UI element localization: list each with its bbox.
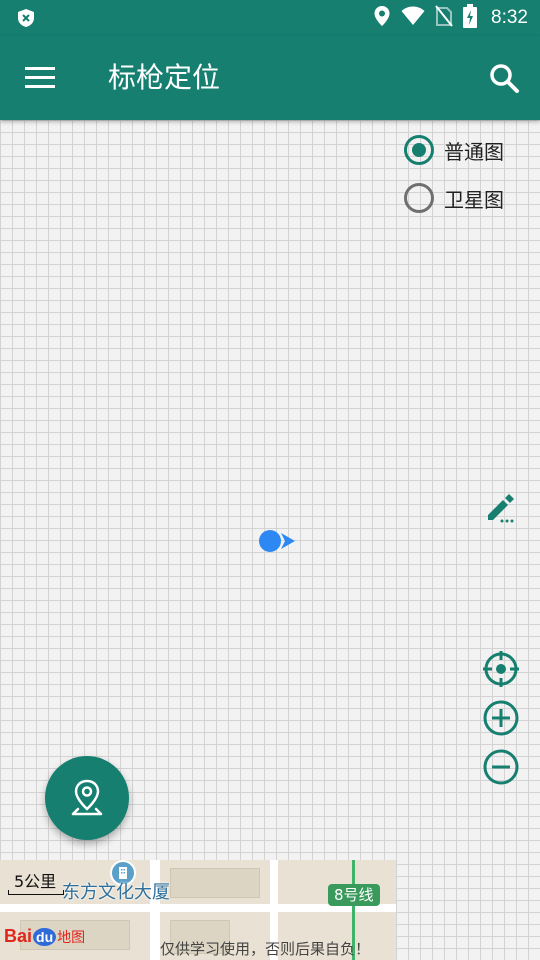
zoom-in-icon [483,700,519,736]
radio-normal[interactable] [404,135,434,165]
status-bar: 8:32 [0,0,540,36]
baidu-map-logo: Bai du 地图 [4,926,86,946]
location-icon [373,5,391,31]
clock: 8:32 [491,7,528,28]
menu-button[interactable] [20,62,60,94]
current-location-marker [259,530,281,552]
search-icon [490,64,519,93]
location-pin-icon [71,779,103,816]
map-type-satellite[interactable]: 卫星图 [404,180,534,216]
poi-label[interactable]: 东方文化大厦 [62,878,170,904]
zoom-in-button[interactable] [482,699,520,737]
scale-bar [8,890,64,895]
metro-label[interactable]: 8号线 [328,884,380,906]
search-button[interactable] [486,60,522,96]
radio-satellite[interactable] [404,183,434,213]
zoom-out-button[interactable] [482,748,520,786]
locate-fab-button[interactable] [45,756,129,840]
menu-icon [25,67,55,88]
map-type-normal[interactable]: 普通图 [404,132,534,168]
shield-x-icon [16,8,36,28]
app-bar: 标枪定位 [0,36,540,120]
wifi-icon [401,6,425,30]
no-sim-icon [435,5,453,31]
my-location-icon [483,651,519,687]
edit-button[interactable] [484,490,518,524]
edit-icon [488,494,514,523]
map-type-normal-label: 普通图 [444,139,504,164]
battery-icon [463,4,478,32]
heading-arrow-icon [281,533,295,549]
page-title: 标枪定位 [108,61,221,94]
scale-label: 5公里 [14,872,57,891]
map-view[interactable]: 普通图 卫星图 东方文化大厦 8号线 5公里 Bai du 地图 仅供学习使用，… [0,120,540,960]
map-type-satellite-label: 卫星图 [444,187,504,212]
disclaimer-text: 仅供学习使用，否则后果自负！ [160,940,371,958]
my-location-button[interactable] [482,650,520,688]
zoom-out-icon [483,749,519,785]
